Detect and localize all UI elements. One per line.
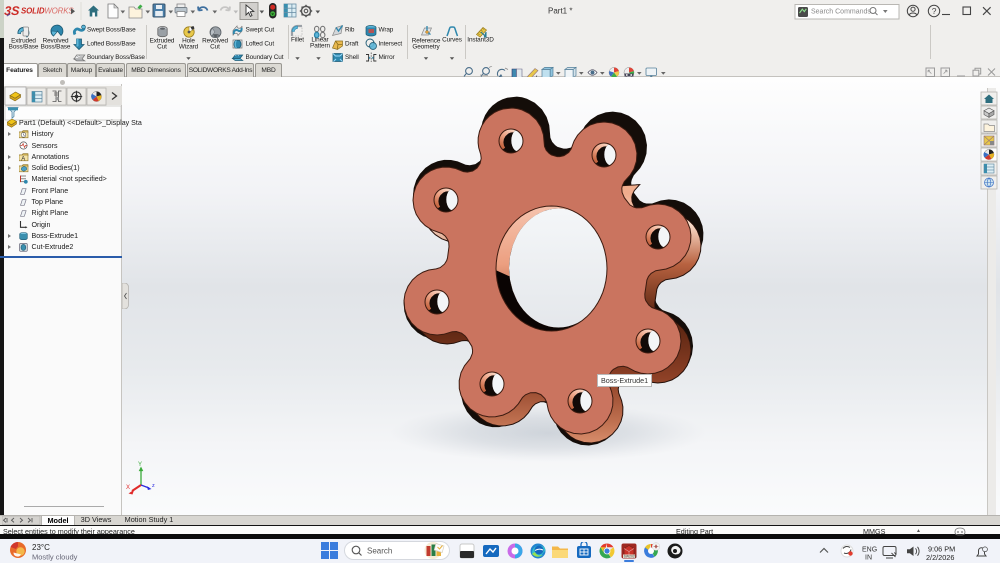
svg-text:SW2023: SW2023: [624, 554, 637, 558]
svg-text:23°C: 23°C: [32, 543, 50, 552]
svg-text:Search: Search: [367, 547, 392, 556]
svg-text:2/2/2026: 2/2/2026: [926, 553, 954, 561]
svg-text:IN: IN: [865, 555, 872, 562]
svg-text:z: z: [152, 483, 155, 489]
svg-text:Mostly cloudy: Mostly cloudy: [32, 553, 78, 562]
svg-text:Y: Y: [138, 462, 142, 468]
svg-text:ENG: ENG: [862, 547, 877, 554]
svg-text:X: X: [126, 485, 130, 491]
